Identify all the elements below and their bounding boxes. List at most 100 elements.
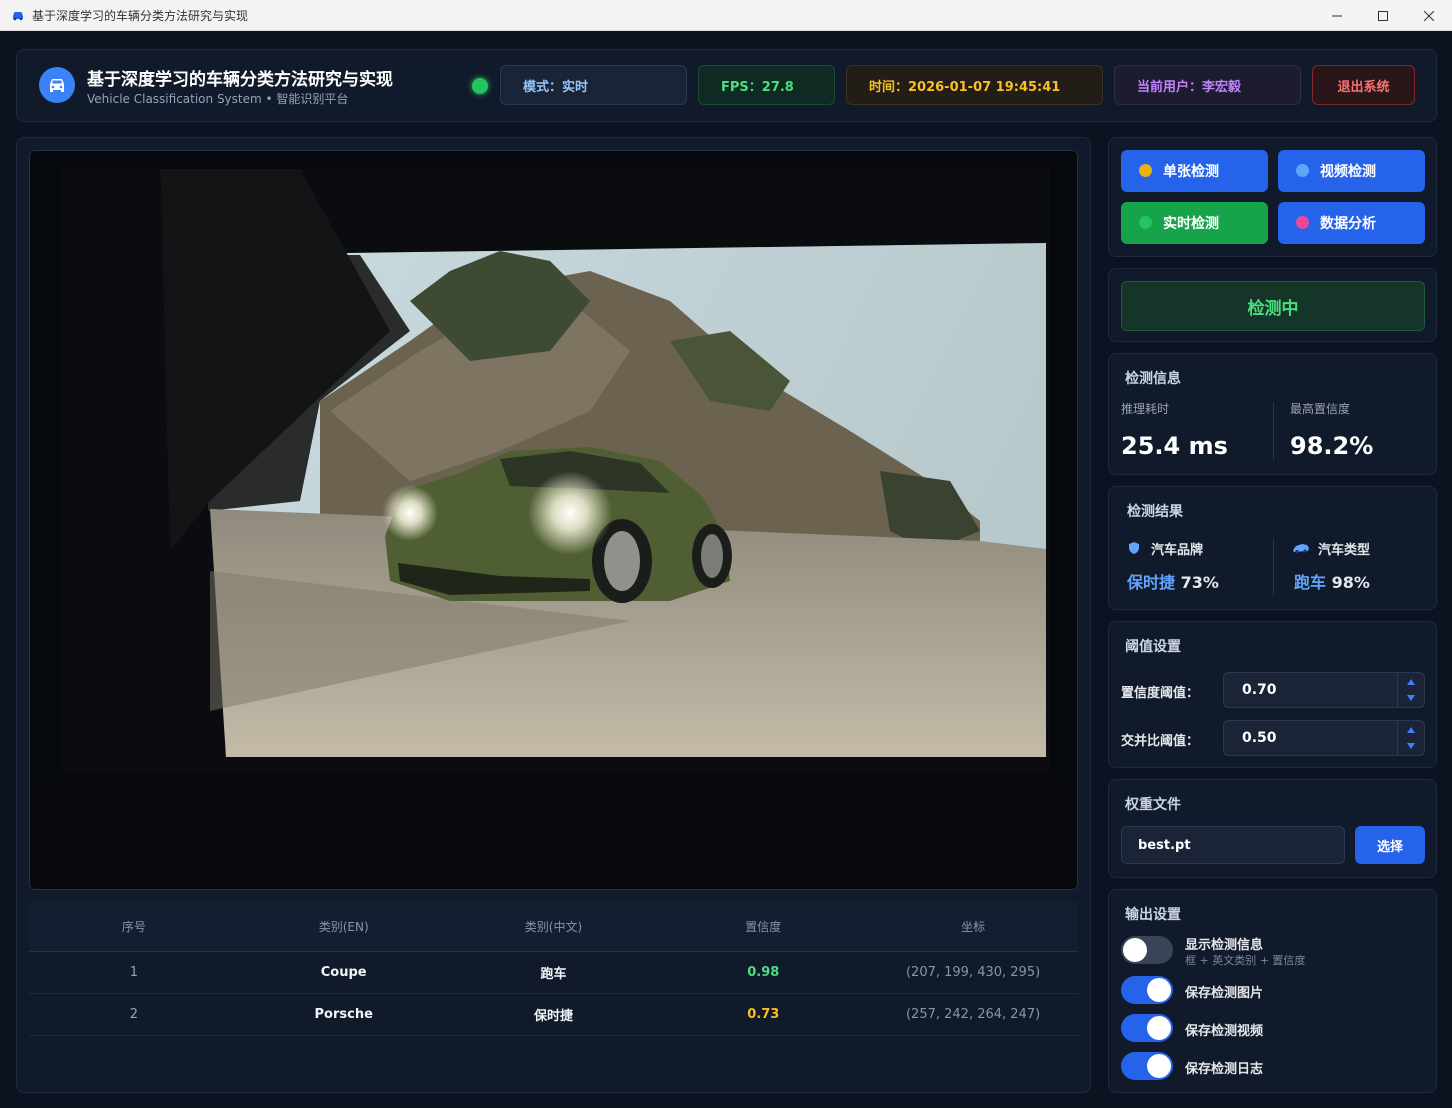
save-log-label: 保存检测日志 (1185, 1062, 1264, 1077)
video-detect-button[interactable]: 视频检测 (1278, 150, 1425, 192)
table-row[interactable]: 2 Porsche 保时捷 0.73 (257, 242, 264, 247) (29, 994, 1078, 1036)
show-info-toggle[interactable] (1121, 936, 1173, 964)
fps-badge: FPS：27.8 (698, 65, 835, 105)
user-badge: 当前用户：李宏毅 (1114, 65, 1301, 105)
table-header: 序号 类别(EN) 类别(中文) 置信度 坐标 (29, 902, 1078, 952)
row-confidence: 0.73 (747, 1007, 780, 1022)
spin-up-icon[interactable] (1407, 679, 1415, 685)
brand-name: 保时捷 (1127, 573, 1176, 592)
threshold-title: 阈值设置 (1125, 639, 1181, 655)
iou-threshold-spinbox[interactable]: 0.50 (1223, 720, 1425, 756)
spin-arrows (1397, 721, 1424, 755)
show-info-sublabel: 框 + 英文类别 + 置信度 (1185, 954, 1306, 967)
mode-badge: 模式：实时 (500, 65, 687, 105)
row-class-cn: 跑车 (540, 967, 567, 982)
save-video-label: 保存检测视频 (1185, 1024, 1264, 1039)
weights-title: 权重文件 (1125, 797, 1181, 813)
detection-result-panel: 检测结果 汽车品牌 保时捷 73% 汽车类型 跑车 98% (1108, 486, 1437, 610)
max-confidence-value: 98.2% (1290, 432, 1374, 460)
car-app-icon (13, 12, 23, 21)
dot-icon (1296, 216, 1309, 229)
conf-threshold-label: 置信度阈值： (1121, 686, 1200, 701)
row-class-cn: 保时捷 (533, 1009, 573, 1024)
show-info-label: 显示检测信息 (1185, 938, 1264, 953)
threshold-panel: 阈值设置 置信度阈值： 0.70 交并比阈值： 0.50 (1108, 621, 1437, 768)
results-table: 序号 类别(EN) 类别(中文) 置信度 坐标 1 Coupe 跑车 0.98 … (29, 902, 1078, 1036)
row-confidence: 0.98 (747, 965, 780, 980)
single-detect-label: 单张检测 (1163, 164, 1219, 180)
save-image-label: 保存检测图片 (1185, 986, 1264, 1001)
output-title: 输出设置 (1125, 907, 1181, 923)
save-image-toggle[interactable] (1121, 976, 1173, 1004)
max-confidence-label: 最高置信度 (1290, 402, 1351, 416)
shield-icon (1129, 542, 1139, 554)
header-confidence: 置信度 (745, 920, 782, 934)
status-panel: 检测中 (1108, 268, 1437, 342)
type-name: 跑车 (1294, 573, 1327, 592)
video-detect-label: 视频检测 (1320, 164, 1376, 180)
iou-threshold-label: 交并比阈值： (1121, 734, 1200, 749)
brand-result: 保时捷 73% (1127, 569, 1219, 593)
window-title: 基于深度学习的车辆分类方法研究与实现 (32, 8, 249, 23)
divider (1273, 539, 1274, 595)
row-index: 1 (129, 965, 139, 980)
data-analysis-label: 数据分析 (1320, 216, 1376, 232)
mode-panel: 单张检测 视频检测 实时检测 数据分析 (1108, 137, 1437, 257)
page-title: 基于深度学习的车辆分类方法研究与实现 (87, 70, 393, 90)
close-icon[interactable] (1406, 0, 1452, 31)
single-detect-button[interactable]: 单张检测 (1121, 150, 1268, 192)
divider (1273, 402, 1274, 460)
header-class-cn: 类别(中文) (524, 920, 583, 934)
logout-button[interactable]: 退出系统 (1312, 65, 1415, 105)
video-viewer (29, 150, 1078, 890)
row-class-en: Porsche (314, 1007, 373, 1022)
camera-frame-image (30, 151, 1077, 889)
toggle-knob (1147, 1016, 1171, 1040)
save-log-toggle[interactable] (1121, 1052, 1173, 1080)
row-coords: (257, 242, 264, 247) (905, 1007, 1041, 1022)
inference-time-value: 25.4 ms (1121, 432, 1228, 460)
dot-icon (1139, 216, 1152, 229)
toggle-knob (1147, 978, 1171, 1002)
dot-icon (1139, 164, 1152, 177)
minimize-icon[interactable] (1314, 0, 1360, 31)
iou-threshold-value: 0.50 (1242, 730, 1277, 746)
data-analysis-button[interactable]: 数据分析 (1278, 202, 1425, 244)
spin-down-icon[interactable] (1407, 743, 1415, 749)
dot-icon (1296, 164, 1309, 177)
spin-up-icon[interactable] (1407, 727, 1415, 733)
save-video-toggle[interactable] (1121, 1014, 1173, 1042)
maximize-icon[interactable] (1360, 0, 1406, 31)
weights-file-field[interactable]: best.pt (1121, 826, 1345, 864)
select-weights-button[interactable]: 选择 (1355, 826, 1425, 864)
header-class-en: 类别(EN) (318, 920, 369, 934)
time-badge: 时间：2026-01-07 19:45:41 (846, 65, 1103, 105)
spin-down-icon[interactable] (1407, 695, 1415, 701)
conf-threshold-spinbox[interactable]: 0.70 (1223, 672, 1425, 708)
table-row[interactable]: 1 Coupe 跑车 0.98 (207, 199, 430, 295) (29, 952, 1078, 994)
realtime-detect-button[interactable]: 实时检测 (1121, 202, 1268, 244)
brand-label: 汽车品牌 (1151, 543, 1204, 558)
car-logo-icon (39, 67, 75, 103)
detection-info-panel: 检测信息 推理耗时 25.4 ms 最高置信度 98.2% (1108, 353, 1437, 475)
realtime-detect-label: 实时检测 (1163, 216, 1219, 232)
inference-time-label: 推理耗时 (1121, 402, 1170, 416)
detection-result-title: 检测结果 (1127, 504, 1183, 520)
main-panel: 序号 类别(EN) 类别(中文) 置信度 坐标 1 Coupe 跑车 0.98 … (16, 137, 1091, 1093)
row-coords: (207, 199, 430, 295) (905, 965, 1041, 980)
detection-info-title: 检测信息 (1125, 371, 1181, 387)
header-index: 序号 (121, 920, 146, 934)
header-coords: 坐标 (961, 920, 986, 934)
type-confidence: 98% (1331, 573, 1370, 592)
spin-arrows (1397, 673, 1424, 707)
app-window: 基于深度学习的车辆分类方法研究与实现 Vehicle Classificatio… (1, 31, 1451, 1107)
weights-panel: 权重文件 best.pt 选择 (1108, 779, 1437, 878)
type-label: 汽车类型 (1318, 543, 1371, 558)
car-icon (1293, 544, 1309, 554)
detect-status-button[interactable]: 检测中 (1121, 281, 1425, 331)
conf-threshold-value: 0.70 (1242, 682, 1277, 698)
app-header: 基于深度学习的车辆分类方法研究与实现 Vehicle Classificatio… (16, 49, 1437, 122)
status-indicator (472, 78, 488, 94)
brand-confidence: 73% (1180, 573, 1219, 592)
output-panel: 输出设置 显示检测信息 框 + 英文类别 + 置信度 保存检测图片 保存检测视频… (1108, 889, 1437, 1093)
